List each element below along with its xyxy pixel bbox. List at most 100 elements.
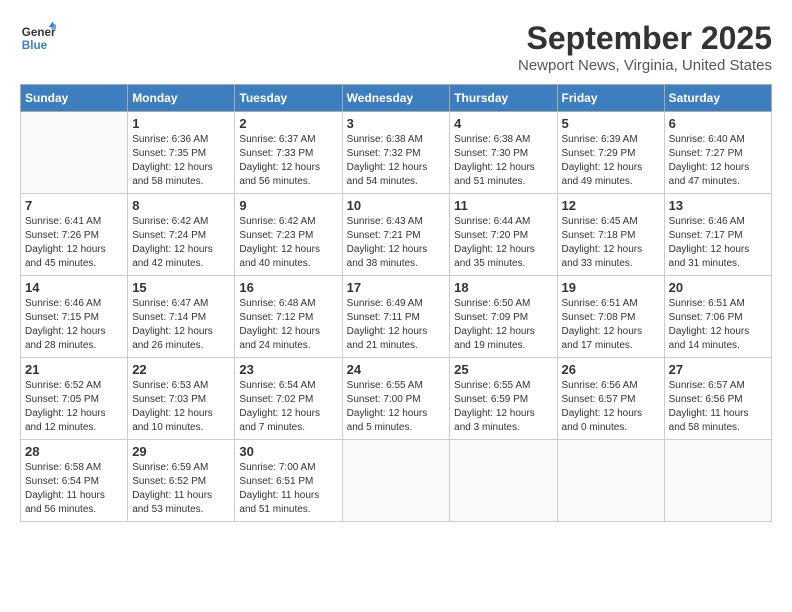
- day-info: Sunrise: 6:50 AM Sunset: 7:09 PM Dayligh…: [454, 297, 552, 353]
- calendar-cell: 25Sunrise: 6:55 AM Sunset: 6:59 PM Dayli…: [450, 358, 557, 440]
- calendar-cell: 4 Sunrise: 6:38 AM Sunset: 7:30 PM Daylig…: [450, 112, 557, 194]
- weekday-header-thursday: Thursday: [450, 85, 557, 112]
- calendar-cell: 12Sunrise: 6:45 AM Sunset: 7:18 PM Dayli…: [557, 194, 664, 276]
- calendar-cell: 29Sunrise: 6:59 AM Sunset: 6:52 PM Dayli…: [128, 440, 235, 522]
- day-info: Sunrise: 6:46 AM Sunset: 7:17 PM Dayligh…: [669, 215, 767, 271]
- day-info: Sunrise: 6:52 AM Sunset: 7:05 PM Dayligh…: [25, 379, 123, 435]
- calendar-cell: 27 Sunrise: 6:57 AM Sunset: 6:56 PM Dayli…: [664, 358, 771, 440]
- week-row-3: 14 Sunrise: 6:46 AM Sunset: 7:15 PM Dayli…: [21, 276, 772, 358]
- month-title: September 2025: [518, 20, 772, 57]
- calendar-cell: 17 Sunrise: 6:49 AM Sunset: 7:11 PM Dayli…: [342, 276, 450, 358]
- calendar-table: SundayMondayTuesdayWednesdayThursdayFrid…: [20, 84, 772, 522]
- day-info: Sunrise: 6:51 AM Sunset: 7:08 PM Dayligh…: [562, 297, 660, 353]
- day-number: 14: [25, 280, 123, 295]
- location-title: Newport News, Virginia, United States: [518, 57, 772, 74]
- day-info: Sunrise: 6:45 AM Sunset: 7:18 PM Dayligh…: [562, 215, 660, 271]
- day-number: 4: [454, 116, 552, 131]
- day-number: 28: [25, 444, 123, 459]
- calendar-cell: 7 Sunrise: 6:41 AM Sunset: 7:26 PM Daylig…: [21, 194, 128, 276]
- day-number: 7: [25, 198, 123, 213]
- day-number: 8: [132, 198, 230, 213]
- calendar-cell: 3 Sunrise: 6:38 AM Sunset: 7:32 PM Daylig…: [342, 112, 450, 194]
- day-info: Sunrise: 6:48 AM Sunset: 7:12 PM Dayligh…: [239, 297, 337, 353]
- day-number: 16: [239, 280, 337, 295]
- day-info: Sunrise: 6:41 AM Sunset: 7:26 PM Dayligh…: [25, 215, 123, 271]
- weekday-header-friday: Friday: [557, 85, 664, 112]
- calendar-cell: 19 Sunrise: 6:51 AM Sunset: 7:08 PM Dayli…: [557, 276, 664, 358]
- day-info: Sunrise: 6:38 AM Sunset: 7:30 PM Dayligh…: [454, 133, 552, 189]
- calendar-cell: 30Sunrise: 7:00 AM Sunset: 6:51 PM Dayli…: [235, 440, 342, 522]
- day-number: 24: [347, 362, 446, 377]
- day-info: Sunrise: 6:42 AM Sunset: 7:23 PM Dayligh…: [239, 215, 337, 271]
- day-number: 17: [347, 280, 446, 295]
- day-number: 26: [562, 362, 660, 377]
- svg-text:Blue: Blue: [22, 39, 48, 52]
- week-row-5: 28 Sunrise: 6:58 AM Sunset: 6:54 PM Dayli…: [21, 440, 772, 522]
- calendar-cell: 21 Sunrise: 6:52 AM Sunset: 7:05 PM Dayli…: [21, 358, 128, 440]
- day-info: Sunrise: 6:47 AM Sunset: 7:14 PM Dayligh…: [132, 297, 230, 353]
- calendar-cell: 9Sunrise: 6:42 AM Sunset: 7:23 PM Daylig…: [235, 194, 342, 276]
- logo-icon: General Blue: [20, 20, 56, 56]
- calendar-cell: 15 Sunrise: 6:47 AM Sunset: 7:14 PM Dayli…: [128, 276, 235, 358]
- day-info: Sunrise: 6:46 AM Sunset: 7:15 PM Dayligh…: [25, 297, 123, 353]
- calendar-cell: 8 Sunrise: 6:42 AM Sunset: 7:24 PM Daylig…: [128, 194, 235, 276]
- week-row-4: 21 Sunrise: 6:52 AM Sunset: 7:05 PM Dayli…: [21, 358, 772, 440]
- calendar-cell: 24 Sunrise: 6:55 AM Sunset: 7:00 PM Dayli…: [342, 358, 450, 440]
- day-info: Sunrise: 6:58 AM Sunset: 6:54 PM Dayligh…: [25, 461, 123, 517]
- calendar-cell: 28 Sunrise: 6:58 AM Sunset: 6:54 PM Dayli…: [21, 440, 128, 522]
- calendar-cell: 2 Sunrise: 6:37 AM Sunset: 7:33 PM Daylig…: [235, 112, 342, 194]
- calendar-cell: 20 Sunrise: 6:51 AM Sunset: 7:06 PM Dayli…: [664, 276, 771, 358]
- weekday-header-tuesday: Tuesday: [235, 85, 342, 112]
- day-number: 22: [132, 362, 230, 377]
- page-header: General Blue September 2025 Newport News…: [20, 20, 772, 74]
- calendar-cell: 10 Sunrise: 6:43 AM Sunset: 7:21 PM Dayli…: [342, 194, 450, 276]
- day-number: 13: [669, 198, 767, 213]
- day-info: Sunrise: 6:51 AM Sunset: 7:06 PM Dayligh…: [669, 297, 767, 353]
- day-info: Sunrise: 6:42 AM Sunset: 7:24 PM Dayligh…: [132, 215, 230, 271]
- day-number: 5: [562, 116, 660, 131]
- day-info: Sunrise: 6:37 AM Sunset: 7:33 PM Dayligh…: [239, 133, 337, 189]
- day-number: 23: [239, 362, 337, 377]
- day-info: Sunrise: 6:36 AM Sunset: 7:35 PM Dayligh…: [132, 133, 230, 189]
- day-info: Sunrise: 6:56 AM Sunset: 6:57 PM Dayligh…: [562, 379, 660, 435]
- calendar-cell: 6 Sunrise: 6:40 AM Sunset: 7:27 PM Daylig…: [664, 112, 771, 194]
- week-row-2: 7 Sunrise: 6:41 AM Sunset: 7:26 PM Daylig…: [21, 194, 772, 276]
- day-number: 10: [347, 198, 446, 213]
- weekday-header-sunday: Sunday: [21, 85, 128, 112]
- day-info: Sunrise: 6:59 AM Sunset: 6:52 PM Dayligh…: [132, 461, 230, 517]
- day-number: 20: [669, 280, 767, 295]
- title-area: September 2025 Newport News, Virginia, U…: [518, 20, 772, 74]
- calendar-cell: 16 Sunrise: 6:48 AM Sunset: 7:12 PM Dayli…: [235, 276, 342, 358]
- day-info: Sunrise: 6:44 AM Sunset: 7:20 PM Dayligh…: [454, 215, 552, 271]
- calendar-cell: [342, 440, 450, 522]
- calendar-cell: 26 Sunrise: 6:56 AM Sunset: 6:57 PM Dayli…: [557, 358, 664, 440]
- calendar-cell: 14 Sunrise: 6:46 AM Sunset: 7:15 PM Dayli…: [21, 276, 128, 358]
- svg-text:General: General: [22, 26, 56, 39]
- day-info: Sunrise: 6:55 AM Sunset: 7:00 PM Dayligh…: [347, 379, 446, 435]
- weekday-header-wednesday: Wednesday: [342, 85, 450, 112]
- day-number: 3: [347, 116, 446, 131]
- calendar-cell: [664, 440, 771, 522]
- day-number: 2: [239, 116, 337, 131]
- day-number: 15: [132, 280, 230, 295]
- day-info: Sunrise: 6:55 AM Sunset: 6:59 PM Dayligh…: [454, 379, 552, 435]
- day-number: 11: [454, 198, 552, 213]
- day-number: 6: [669, 116, 767, 131]
- day-info: Sunrise: 6:49 AM Sunset: 7:11 PM Dayligh…: [347, 297, 446, 353]
- day-number: 27: [669, 362, 767, 377]
- day-number: 1: [132, 116, 230, 131]
- day-number: 18: [454, 280, 552, 295]
- calendar-cell: 1 Sunrise: 6:36 AM Sunset: 7:35 PM Daylig…: [128, 112, 235, 194]
- week-row-1: 1 Sunrise: 6:36 AM Sunset: 7:35 PM Daylig…: [21, 112, 772, 194]
- day-info: Sunrise: 6:40 AM Sunset: 7:27 PM Dayligh…: [669, 133, 767, 189]
- day-info: Sunrise: 6:57 AM Sunset: 6:56 PM Dayligh…: [669, 379, 767, 435]
- logo: General Blue: [20, 20, 56, 56]
- weekday-header-row: SundayMondayTuesdayWednesdayThursdayFrid…: [21, 85, 772, 112]
- day-info: Sunrise: 6:53 AM Sunset: 7:03 PM Dayligh…: [132, 379, 230, 435]
- day-number: 21: [25, 362, 123, 377]
- day-info: Sunrise: 6:43 AM Sunset: 7:21 PM Dayligh…: [347, 215, 446, 271]
- day-info: Sunrise: 6:38 AM Sunset: 7:32 PM Dayligh…: [347, 133, 446, 189]
- day-number: 19: [562, 280, 660, 295]
- calendar-cell: 18 Sunrise: 6:50 AM Sunset: 7:09 PM Dayli…: [450, 276, 557, 358]
- calendar-cell: 11 Sunrise: 6:44 AM Sunset: 7:20 PM Dayli…: [450, 194, 557, 276]
